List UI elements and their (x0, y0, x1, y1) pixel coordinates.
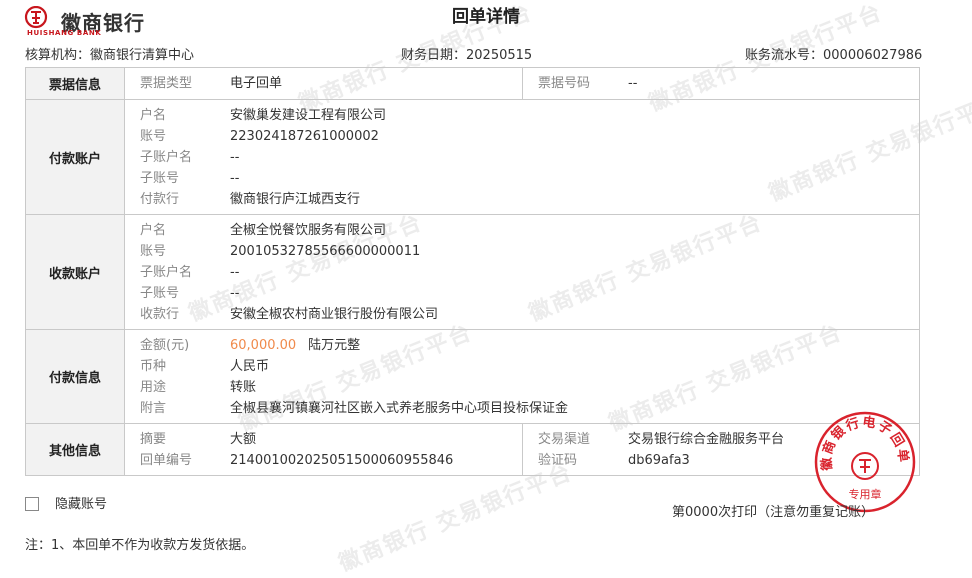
payer-bank-value: 徽商银行庐江城西支行 (230, 192, 361, 207)
seal-center-text: 专用章 (849, 487, 882, 501)
date-value: 20250515 (466, 48, 533, 63)
payer-subaccount-label: 子账号 (140, 171, 180, 186)
currency-label: 币种 (140, 359, 167, 374)
serial-meta: 账务流水号：000006027986 (745, 44, 922, 63)
payee-bank-value: 安徽全椒农村商业银行股份有限公司 (230, 307, 439, 322)
ticket-number-value: -- (628, 76, 638, 91)
payee-name-label: 户名 (140, 223, 167, 238)
other-row: 其他信息 摘要 大额 回单编号 2140010020250515000609558​… (25, 423, 920, 476)
postscript-label: 附言 (140, 401, 167, 416)
payee-name-value: 全椒全悦餐饮服务有限公司 (230, 223, 387, 238)
payee-section-title: 收款账户 (25, 214, 125, 330)
payee-subname-value: -- (230, 265, 240, 280)
date-label: 财务日期： (401, 48, 467, 63)
payment-section-title: 付款信息 (25, 329, 125, 424)
page-title: 回单详情 (452, 7, 520, 27)
purpose-value: 转账 (230, 380, 257, 395)
purpose-label: 用途 (140, 380, 167, 395)
payment-row: 付款信息 金额(元) 60,000.00 陆万元整 币种 人民币 用途 转账 附言 全椒县… (25, 329, 920, 424)
receipt-table: 票据信息 票据类型 电子回单 票据号码 -- 付款账户 户名 安徽巢发建设工程有限公司… (25, 67, 920, 476)
ticket-number-label: 票据号码 (538, 76, 591, 91)
org-label: 核算机构： (25, 48, 91, 63)
summary-label: 摘要 (140, 432, 167, 447)
header: 徽商银行 HUISHANG BANK 回单详情 (0, 0, 972, 40)
amount-label: 金额(元) (140, 338, 190, 353)
payee-subaccount-value: -- (230, 286, 240, 301)
org-meta: 核算机构：徽商银行清算中心 (25, 44, 194, 63)
ticket-type-label: 票据类型 (140, 76, 193, 91)
serial-label: 账务流水号： (745, 48, 824, 63)
payer-bank-label: 付款行 (140, 192, 180, 207)
payer-name-value: 安徽巢发建设工程有限公司 (230, 108, 387, 123)
bank-name-en: HUISHANG BANK (27, 29, 102, 37)
payer-account-label: 账号 (140, 129, 167, 144)
postscript-value: 全椒县襄河镇襄河社区嵌入式养老服务中心项目投标保证金 (230, 401, 569, 416)
electronic-receipt-seal: 徽商银行电子回单 专用章 (814, 411, 916, 513)
payee-subname-label: 子账户名 (140, 265, 193, 280)
payer-account-value: 223024187261000002 (230, 129, 379, 144)
receipt-number-label: 回单编号 (140, 453, 193, 468)
verify-code-label: 验证码 (538, 453, 578, 468)
payer-subname-value: -- (230, 150, 240, 165)
payee-account-label: 账号 (140, 244, 167, 259)
channel-label: 交易渠道 (538, 432, 591, 447)
ticket-type-value: 电子回单 (230, 76, 283, 91)
payer-subname-label: 子账户名 (140, 150, 193, 165)
payee-account-value: 20010532785566600000011 (230, 244, 421, 259)
payee-row: 收款账户 户名 全椒全悦餐饮服务有限公司 账号 200105327855666000… (25, 214, 920, 330)
amount-chinese: 陆万元整 (308, 338, 361, 353)
date-meta: 财务日期：20250515 (401, 44, 532, 63)
footnote-text: 注：1、本回单不作为收款方发货依据。 (25, 538, 255, 553)
currency-value: 人民币 (230, 359, 270, 374)
ticket-section-title: 票据信息 (25, 67, 125, 100)
ticket-row: 票据信息 票据类型 电子回单 票据号码 -- (25, 67, 920, 100)
serial-value: 000006027986 (823, 48, 923, 63)
payer-row: 付款账户 户名 安徽巢发建设工程有限公司 账号 223024187261000002… (25, 99, 920, 215)
hide-account-checkbox[interactable] (25, 497, 39, 511)
other-section-title: 其他信息 (25, 423, 125, 476)
payee-subaccount-label: 子账号 (140, 286, 180, 301)
receipt-number-value: 2140010020250515000609558​46 (230, 453, 454, 468)
print-count-text: 第0000次打印（注意勿重复记账） (672, 505, 875, 520)
payer-name-label: 户名 (140, 108, 167, 123)
org-value: 徽商银行清算中心 (90, 48, 195, 63)
payee-bank-label: 收款行 (140, 307, 180, 322)
channel-value: 交易银行综合金融服务平台 (628, 432, 785, 447)
payer-subaccount-value: -- (230, 171, 240, 186)
summary-value: 大额 (230, 432, 257, 447)
verify-code-value: db69afa3 (628, 453, 690, 468)
payer-section-title: 付款账户 (25, 99, 125, 215)
amount-value: 60,000.00 (230, 338, 297, 353)
hide-account-label: 隐藏账号 (55, 497, 108, 512)
